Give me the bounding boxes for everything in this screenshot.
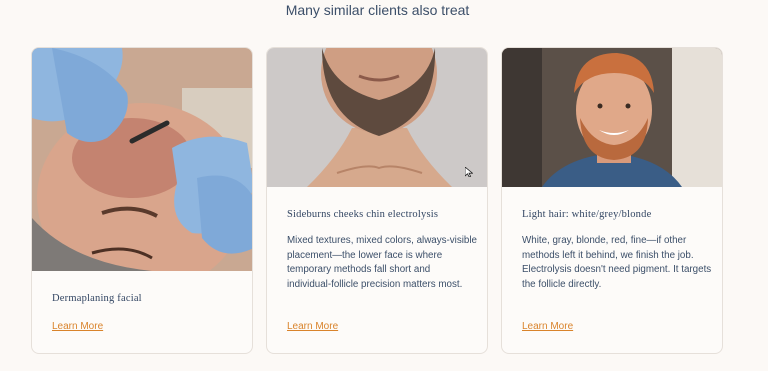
card-description: White, gray, blonde, red, fine—if other … [522,235,712,290]
red-haired-man-photo [502,48,722,187]
learn-more-link[interactable]: Learn More [522,321,573,332]
card-title: Sideburns cheeks chin electrolysis [287,209,439,220]
card-description: Mixed textures, mixed colors, always-vis… [287,235,478,290]
dermaplaning-facial-photo [32,48,252,271]
section-heading: Many similar clients also treat [285,2,470,18]
mouse-cursor-icon [465,167,473,177]
treatment-card-dermaplaning[interactable]: Dermaplaning facial Learn More [31,47,253,354]
treatment-card-sideburns[interactable]: Sideburns cheeks chin electrolysis Mixed… [266,47,488,354]
treatment-card-light-hair[interactable]: Light hair: white/grey/blonde White, gra… [501,47,723,354]
card-title: Dermaplaning facial [52,293,142,304]
learn-more-link[interactable]: Learn More [287,321,338,332]
card-title: Light hair: white/grey/blonde [522,209,652,220]
bearded-jaw-photo [267,48,487,187]
learn-more-link[interactable]: Learn More [52,321,103,332]
